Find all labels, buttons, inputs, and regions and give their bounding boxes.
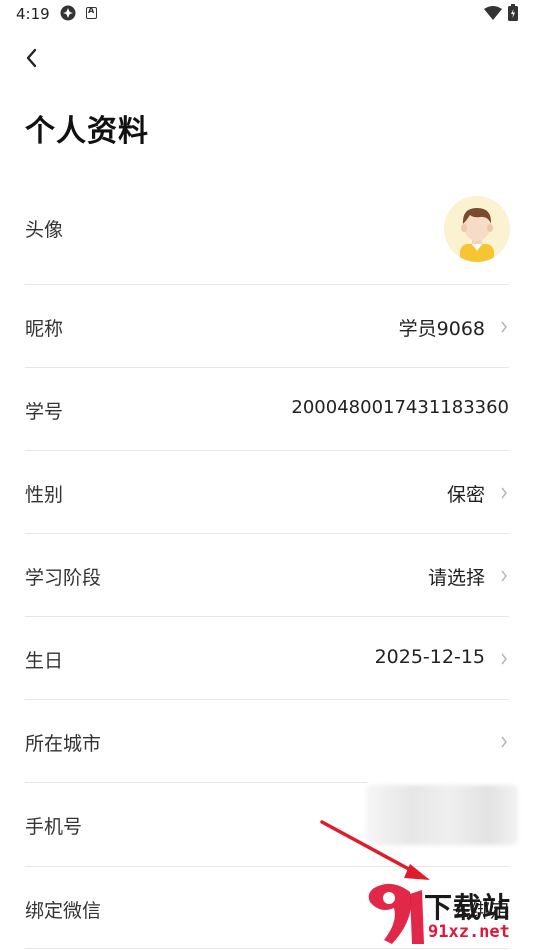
avatar-boy-icon: [460, 208, 494, 262]
divider: [25, 533, 509, 534]
watermark-brand: 下载站: [424, 891, 512, 924]
birthday-value: 2025-12-15: [374, 646, 485, 668]
avatar[interactable]: [444, 196, 510, 262]
status-bar: 4:19 A: [0, 0, 534, 28]
city-label: 所在城市: [25, 733, 102, 755]
divider: [25, 616, 509, 617]
nickname-label: 昵称: [25, 318, 64, 340]
status-time: 4:19: [16, 5, 50, 23]
learning-stage-label: 学习阶段: [25, 567, 102, 589]
chevron-right-icon: [501, 736, 507, 748]
chevron-right-icon: [501, 487, 507, 499]
app-notification-icon: [60, 5, 76, 21]
bind-wechat-label: 绑定微信: [25, 900, 102, 922]
student-id-value: 2000480017431183360: [291, 397, 509, 418]
divider: [25, 782, 367, 783]
divider: [25, 450, 509, 451]
back-chevron-icon[interactable]: [20, 44, 44, 72]
gender-row[interactable]: 性别 保密: [25, 476, 509, 510]
chevron-right-icon: [501, 570, 507, 582]
battery-icon: [508, 4, 518, 21]
chevron-right-icon: [501, 653, 507, 665]
wifi-icon: [484, 6, 502, 20]
learning-stage-row[interactable]: 学习阶段 请选择: [25, 559, 509, 593]
city-row[interactable]: 所在城市: [25, 725, 509, 759]
nickname-value: 学员9068: [398, 318, 485, 340]
avatar-label: 头像: [25, 219, 64, 241]
page-title: 个人资料: [25, 114, 149, 149]
divider: [25, 367, 509, 368]
avatar-row[interactable]: 头像: [25, 200, 509, 260]
divider: [25, 699, 509, 700]
phone-label: 手机号: [25, 816, 83, 838]
birthday-row[interactable]: 生日 2025-12-15: [25, 642, 509, 676]
learning-stage-value: 请选择: [427, 567, 485, 589]
gender-value: 保密: [446, 484, 485, 506]
divider: [25, 284, 509, 285]
birthday-label: 生日: [25, 650, 64, 672]
gender-label: 性别: [25, 484, 64, 506]
student-id-row: 学号 2000480017431183360: [25, 393, 509, 427]
student-id-label: 学号: [25, 401, 64, 423]
watermark-url: 91xz.net: [428, 922, 510, 942]
chevron-right-icon: [501, 321, 507, 333]
a-notification-icon: A: [86, 6, 97, 19]
nickname-row[interactable]: 昵称 学员9068: [25, 310, 509, 344]
